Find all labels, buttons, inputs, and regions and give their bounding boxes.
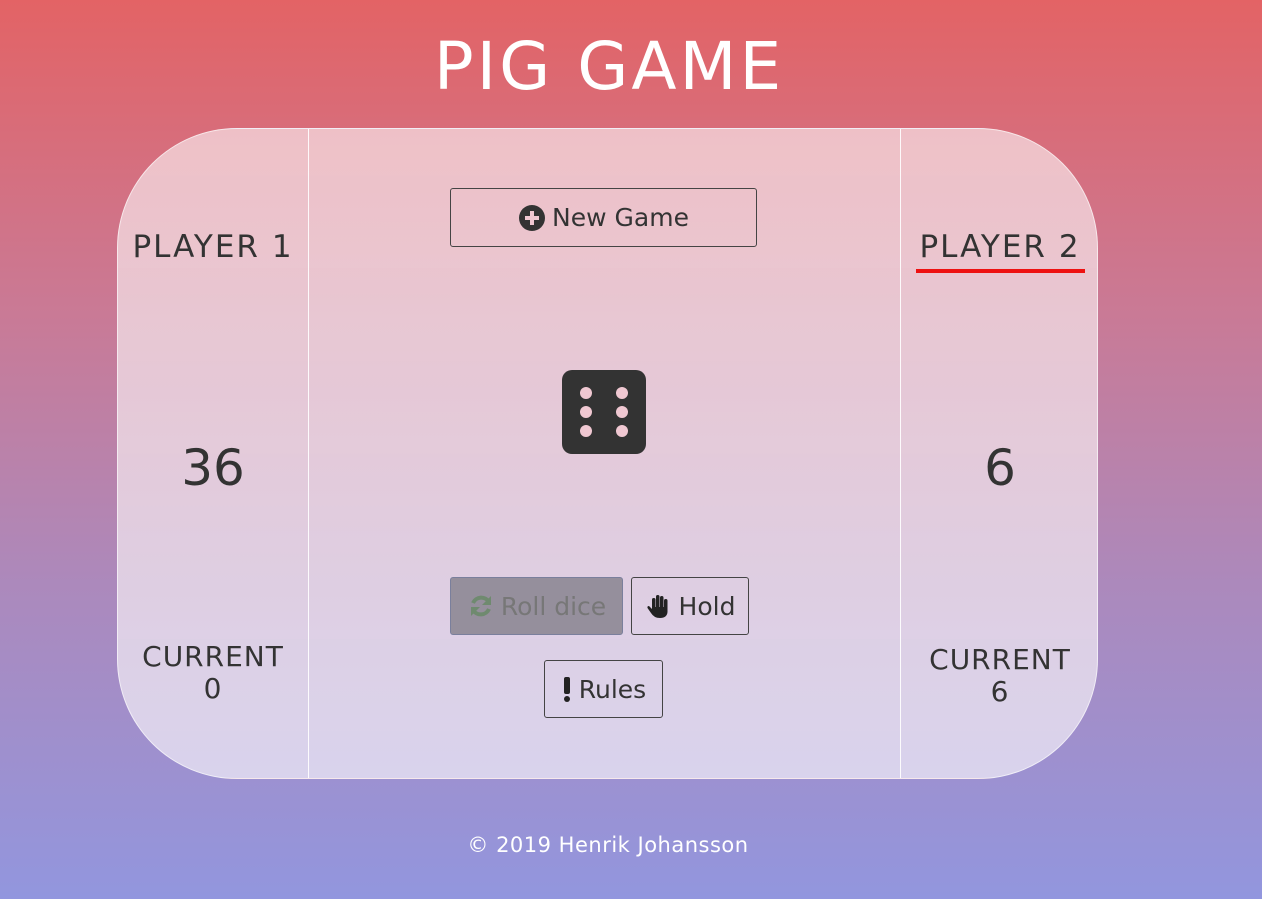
roll-dice-label: Roll dice xyxy=(500,591,607,621)
roll-dice-button[interactable]: Roll dice xyxy=(450,577,623,635)
player-1-current-value: 0 xyxy=(203,672,223,705)
refresh-icon xyxy=(470,595,491,617)
player-2-name-wrap: PLAYER 2 xyxy=(901,229,1097,273)
player-2-score: 6 xyxy=(984,439,1016,497)
hold-label: Hold xyxy=(678,591,736,621)
plus-circle-icon xyxy=(519,204,546,231)
player-2-name: PLAYER 2 xyxy=(919,229,1081,265)
rules-label: Rules xyxy=(578,674,647,704)
player-1-panel: PLAYER 1 36 CURRENT 0 xyxy=(118,129,309,778)
player-2-panel: PLAYER 2 6 CURRENT 6 xyxy=(900,129,1097,778)
player-2-current-label: CURRENT xyxy=(929,643,1071,676)
player-1-current: CURRENT 0 xyxy=(118,641,308,705)
dice-six-icon xyxy=(562,370,646,454)
player-1-name: PLAYER 1 xyxy=(132,229,294,265)
new-game-label: New Game xyxy=(552,203,689,232)
new-game-button[interactable]: New Game xyxy=(450,188,757,247)
exclamation-icon xyxy=(563,677,570,702)
active-player-indicator xyxy=(915,269,1085,273)
player-2-current-value: 6 xyxy=(990,675,1010,708)
player-1-current-label: CURRENT xyxy=(142,640,284,673)
hand-icon xyxy=(646,595,668,618)
player-1-score: 36 xyxy=(181,439,245,497)
rules-button[interactable]: Rules xyxy=(544,660,663,718)
footer-copyright: © 2019 Henrik Johansson xyxy=(467,833,749,857)
page-title: PIG GAME xyxy=(433,28,785,105)
hold-button[interactable]: Hold xyxy=(631,577,749,635)
player-2-current: CURRENT 6 xyxy=(901,643,1097,708)
